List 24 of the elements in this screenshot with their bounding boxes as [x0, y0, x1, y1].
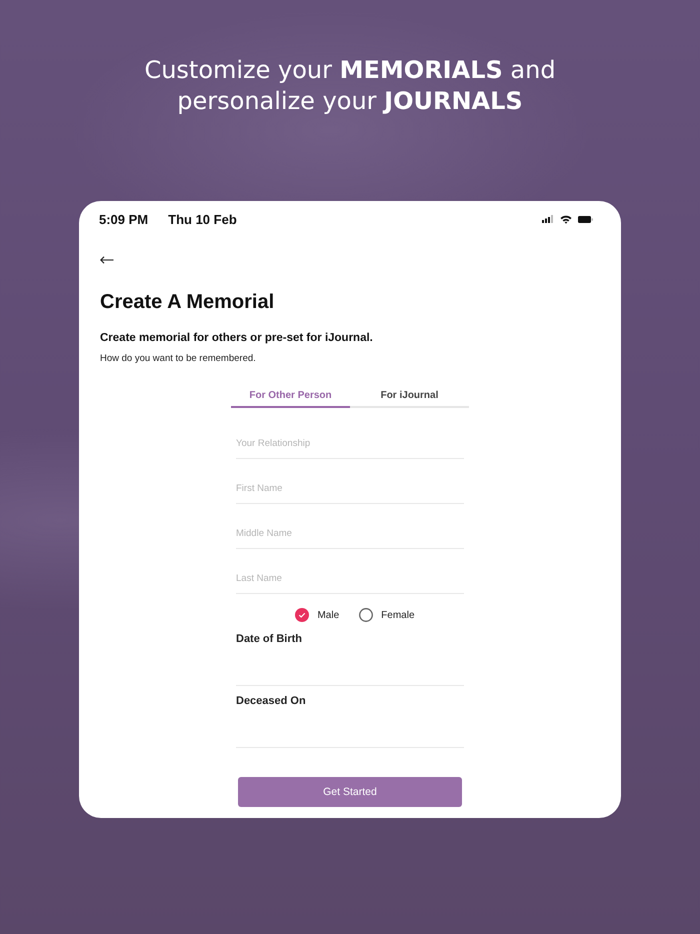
text-field[interactable]: Middle Name — [236, 519, 464, 549]
text-field[interactable]: Your Relationship — [236, 429, 464, 459]
tab[interactable]: For iJournal — [350, 388, 469, 408]
tab[interactable]: For Other Person — [231, 388, 350, 408]
get-started-button[interactable]: Get Started — [238, 777, 462, 807]
page-title: Create A Memorial — [100, 290, 276, 314]
signal-icon — [542, 215, 554, 223]
radio-label: Female — [381, 610, 415, 620]
back-arrow-icon — [100, 256, 114, 264]
headline: Customize your MEMORIALS and personalize your JOURNALS — [143, 55, 557, 117]
radio-unchecked-icon[interactable] — [359, 608, 374, 622]
back-button[interactable] — [100, 256, 114, 264]
subtitle: Create memorial for others or pre-set for iJournal. — [100, 331, 374, 346]
date-label: Deceased On — [236, 694, 307, 708]
wifi-icon — [560, 214, 572, 224]
radio-checked-icon[interactable] — [295, 608, 310, 622]
radio-label: Male — [317, 610, 340, 620]
battery-icon — [578, 216, 593, 222]
text-field[interactable]: Last Name — [236, 564, 464, 594]
status-time: 5:09 PM — [99, 212, 148, 226]
date-label: Date of Birth — [236, 632, 303, 646]
status-date: Thu 10 Feb — [168, 212, 237, 226]
prompt-text: How do you want to be remembered. — [100, 352, 257, 366]
text-field[interactable]: First Name — [236, 474, 464, 504]
